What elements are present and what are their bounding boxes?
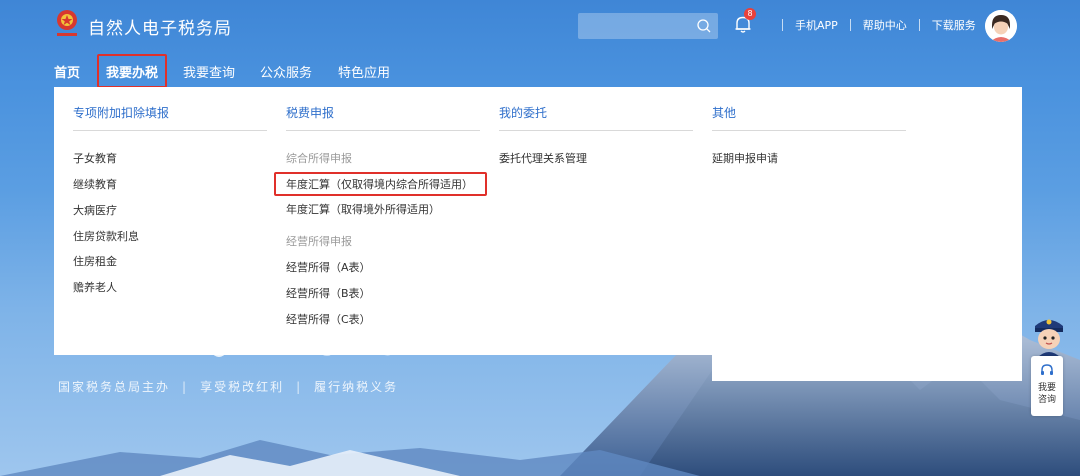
nav-special-apps[interactable]: 特色应用 [338,62,390,81]
highlight-annual-settlement-box [274,172,487,196]
business-income-heading: 经营所得申报 [286,235,352,248]
divider: | [296,379,303,394]
other-title[interactable]: 其他 [712,104,736,121]
menu-item-continuing-education[interactable]: 继续教育 [73,176,117,192]
mobile-app-link[interactable]: 手机APP [795,17,838,33]
menu-item-agency-relationship[interactable]: 委托代理关系管理 [499,150,587,166]
nav-tax-handling-label: 我要办税 [105,65,158,81]
tax-handling-dropdown: 专项附加扣除填报 子女教育 继续教育 大病医疗 住房贷款利息 住房租金 赡养老人… [54,87,1022,355]
column-divider [73,130,267,131]
menu-item-child-education[interactable]: 子女教育 [73,150,117,166]
user-avatar[interactable] [985,10,1017,42]
slogan-part: 国家税务总局主办 [58,380,171,394]
menu-item-business-income-b[interactable]: 经营所得（B表） [286,285,371,301]
consult-label: 我要咨询 [1037,383,1056,405]
divider [782,19,783,31]
utility-links: 手机APP 帮助中心 下载服务 [770,17,976,33]
column-divider [499,130,693,131]
slogan-part: 履行纳税义务 [314,380,399,394]
notification-badge: 8 [744,8,756,20]
menu-item-annual-settlement-overseas[interactable]: 年度汇算（取得境外所得适用） [286,201,440,217]
divider: | [182,379,189,394]
tax-declaration-title[interactable]: 税费申报 [286,104,334,121]
menu-item-business-income-c[interactable]: 经营所得（C表） [286,311,371,327]
download-service-link[interactable]: 下载服务 [932,17,976,33]
help-center-link[interactable]: 帮助中心 [863,17,907,33]
comprehensive-income-heading: 综合所得申报 [286,152,352,165]
search-icon[interactable] [696,18,712,34]
search-box[interactable] [578,13,718,39]
menu-item-business-income-a[interactable]: 经营所得（A表） [286,259,371,275]
divider [918,19,920,31]
menu-item-housing-rent[interactable]: 住房租金 [73,253,117,269]
divider [849,19,851,31]
nav-home[interactable]: 首页 [54,62,80,81]
nav-public-service[interactable]: 公众服务 [260,62,312,81]
main-nav: 首页 我要办税 我要查询 公众服务 特色应用 [0,52,1080,88]
menu-item-serious-illness[interactable]: 大病医疗 [73,202,117,218]
top-header: 自然人电子税务局 8 手机APP 帮助中心 下载服务 [0,0,1080,52]
slogan: 国家税务总局主办 | 享受税改红利 | 履行纳税义务 [58,378,398,395]
site-title[interactable]: 自然人电子税务局 [88,14,232,39]
my-delegation-title[interactable]: 我的委托 [499,104,547,121]
consult-button[interactable]: 我要咨询 [1031,356,1063,416]
login-panel-edge [712,355,1022,381]
column-divider [712,130,906,131]
nav-query[interactable]: 我要查询 [183,62,235,81]
menu-item-deferred-filing[interactable]: 延期申报申请 [712,150,778,166]
column-divider [286,130,480,131]
menu-item-housing-loan-interest[interactable]: 住房贷款利息 [73,228,139,244]
tax-emblem-logo[interactable] [54,8,80,40]
headset-icon [1041,364,1053,375]
search-input[interactable] [578,13,688,39]
assistant-mascot[interactable] [1029,312,1069,358]
nav-tax-handling[interactable]: 我要办税 [97,54,167,88]
menu-item-elderly-support[interactable]: 赡养老人 [73,279,117,295]
special-deduction-title[interactable]: 专项附加扣除填报 [73,104,169,121]
slogan-part: 享受税改红利 [200,380,285,394]
